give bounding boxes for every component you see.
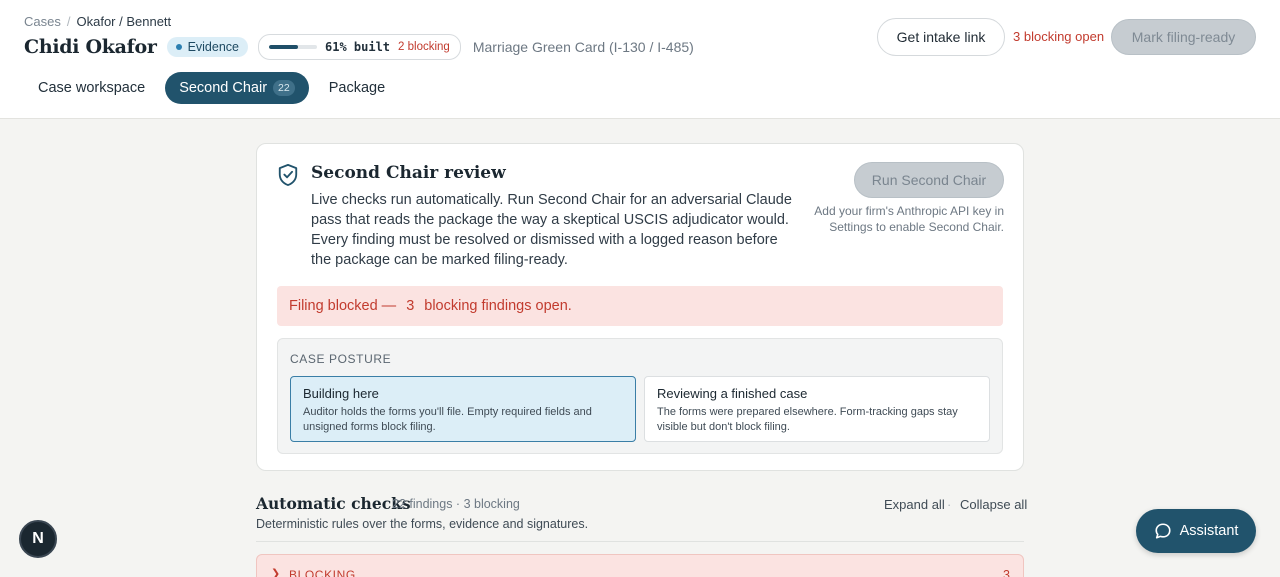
- link-separator: ·: [947, 497, 952, 512]
- alert-count: 3: [406, 298, 415, 314]
- breadcrumb-cases-link[interactable]: Cases: [24, 14, 61, 29]
- filing-blocked-alert: Filing blocked — 3 blocking findings ope…: [277, 286, 1003, 326]
- posture-option-building-here[interactable]: Building here Auditor holds the forms yo…: [290, 376, 636, 442]
- assistant-label: Assistant: [1179, 523, 1239, 539]
- case-tabs: Case workspace Second Chair 22 Package: [24, 72, 399, 104]
- progress-percent: 61% built: [325, 40, 391, 54]
- tab-case-workspace[interactable]: Case workspace: [24, 72, 159, 104]
- blocking-open-status: 3 blocking open: [1013, 29, 1105, 44]
- breadcrumb-separator: /: [66, 14, 71, 29]
- shield-check-icon: [278, 164, 298, 186]
- tab-label: Second Chair: [179, 80, 268, 96]
- section-divider: [256, 541, 1024, 542]
- stage-badge-label: Evidence: [187, 40, 239, 54]
- tab-label: Case workspace: [38, 80, 146, 96]
- alert-prefix: Filing blocked —: [289, 298, 397, 314]
- posture-option-desc: The forms were prepared elsewhere. Form-…: [657, 406, 958, 433]
- chevron-right-icon: ❯: [271, 568, 281, 577]
- stage-badge: Evidence: [166, 37, 248, 57]
- progress-blocking: 2 blocking: [398, 41, 450, 53]
- automatic-checks-subtitle: Deterministic rules over the forms, evid…: [256, 517, 589, 531]
- chat-bubble-icon: [1155, 523, 1171, 539]
- run-hint-text: Add your firm's Anthropic API key in Set…: [814, 204, 1004, 234]
- case-title-row: Chidi Okafor Evidence 61% built 2 blocki…: [24, 34, 694, 60]
- client-name: Chidi Okafor: [24, 36, 157, 58]
- tab-count-badge: 22: [273, 80, 295, 96]
- stage-dot-icon: [175, 44, 182, 50]
- expand-all-link[interactable]: Expand all: [884, 497, 945, 512]
- blocking-group-label: BLOCKING: [289, 568, 356, 577]
- user-avatar[interactable]: N: [19, 520, 57, 558]
- automatic-checks-title: Automatic checks: [256, 494, 411, 513]
- posture-option-title: Reviewing a finished case: [657, 386, 808, 401]
- posture-option-title: Building here: [303, 386, 379, 401]
- case-posture-label: CASE POSTURE: [290, 352, 392, 366]
- progress-bar-fill: [269, 45, 299, 49]
- breadcrumb-current: Okafor / Bennett: [76, 14, 172, 29]
- blocking-findings-group[interactable]: ❯ BLOCKING 3: [256, 554, 1024, 577]
- tab-label: Package: [328, 80, 386, 96]
- review-description: Live checks run automatically. Run Secon…: [311, 192, 792, 268]
- run-second-chair-button[interactable]: Run Second Chair: [854, 162, 1004, 198]
- top-bar: Cases / Okafor / Bennett Chidi Okafor Ev…: [0, 0, 1280, 119]
- blocking-group-count: 3: [1003, 568, 1010, 577]
- mark-filing-ready-button[interactable]: Mark filing-ready: [1111, 19, 1256, 55]
- posture-option-desc: Auditor holds the forms you'll file. Emp…: [303, 406, 592, 433]
- breadcrumb: Cases / Okafor / Bennett: [24, 14, 171, 29]
- tab-second-chair[interactable]: Second Chair 22: [165, 72, 309, 104]
- automatic-checks-meta: 22 findings · 3 blocking: [392, 497, 520, 511]
- collapse-all-link[interactable]: Collapse all: [960, 497, 1027, 512]
- case-type: Marriage Green Card (I-130 / I-485): [472, 39, 694, 55]
- tab-package[interactable]: Package: [315, 72, 399, 104]
- assistant-button[interactable]: Assistant: [1136, 509, 1256, 553]
- build-progress: 61% built 2 blocking: [258, 34, 461, 60]
- second-chair-review-card: Second Chair review Live checks run auto…: [256, 143, 1024, 471]
- get-intake-link-button[interactable]: Get intake link: [877, 18, 1005, 56]
- review-title: Second Chair review: [311, 163, 506, 183]
- alert-suffix: blocking findings open.: [424, 298, 572, 314]
- case-posture-panel: CASE POSTURE Building here Auditor holds…: [277, 338, 1003, 454]
- progress-bar: [269, 45, 317, 49]
- posture-option-reviewing-finished[interactable]: Reviewing a finished case The forms were…: [644, 376, 990, 442]
